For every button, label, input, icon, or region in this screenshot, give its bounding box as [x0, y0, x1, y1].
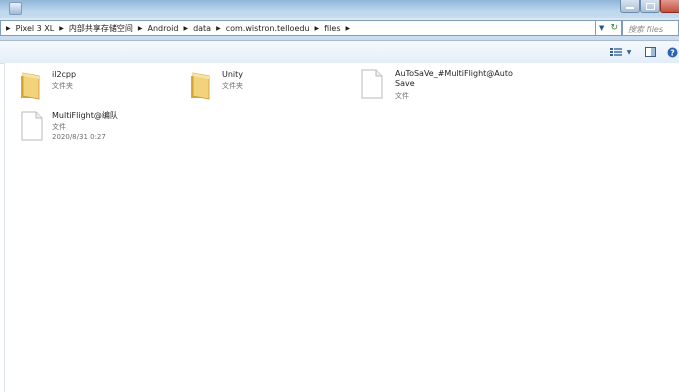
address-bar[interactable]: ▶ Pixel 3 XL ▶ 内部共享存储空间 ▶ Android ▶ data… [0, 20, 596, 36]
search-input[interactable]: 搜索 files [622, 20, 679, 36]
file-list: il2cpp 文件夹 Unity 文件夹 AuToSaVe_#MultiFlig… [4, 63, 679, 392]
window-titlebar [0, 0, 679, 18]
breadcrumb-pixel[interactable]: Pixel 3 XL [13, 24, 58, 33]
list-item-unity[interactable]: Unity 文件夹 [189, 70, 339, 104]
breadcrumb-files[interactable]: files [321, 24, 343, 33]
help-icon[interactable]: ? [666, 45, 678, 59]
list-item-multiflight[interactable]: MultiFlight@编队 文件 2020/8/31 0:27 [21, 111, 181, 151]
item-name-line2: Save [395, 79, 415, 88]
item-name: Unity [222, 70, 244, 79]
maximize-button[interactable] [640, 0, 660, 13]
chevron-down-icon[interactable]: ▼ [625, 45, 633, 59]
file-icon [361, 69, 383, 99]
address-row: ▶ Pixel 3 XL ▶ 内部共享存储空间 ▶ Android ▶ data… [0, 18, 679, 41]
close-button[interactable] [660, 0, 679, 13]
breadcrumb-data[interactable]: data [190, 24, 214, 33]
minimize-button[interactable] [620, 0, 640, 13]
item-type: 文件 [52, 123, 66, 131]
view-options-icon[interactable] [610, 45, 622, 59]
preview-pane-icon[interactable] [644, 45, 656, 59]
breadcrumb-package[interactable]: com.wistron.telloedu [223, 24, 313, 33]
breadcrumb-android[interactable]: Android [145, 24, 182, 33]
chevron-right-icon[interactable]: ▶ [4, 25, 13, 32]
item-name: il2cpp [52, 70, 77, 79]
list-item-autosave[interactable]: AuToSaVe_#MultiFlight@Auto Save 文件 [361, 69, 541, 107]
item-type: 文件 [395, 92, 409, 100]
app-icon [9, 2, 22, 15]
item-name: MultiFlight@编队 [52, 111, 118, 120]
item-type: 文件夹 [52, 82, 73, 90]
item-date: 2020/8/31 0:27 [52, 133, 106, 141]
address-controls: ▼ ↻ [596, 20, 622, 36]
dropdown-arrow-icon[interactable]: ▼ [599, 24, 604, 32]
chevron-right-icon[interactable]: ▶ [136, 25, 145, 32]
svg-text:?: ? [670, 48, 675, 57]
breadcrumb-internal-storage[interactable]: 内部共享存储空间 [66, 23, 136, 34]
item-name-line1: AuToSaVe_#MultiFlight@Auto [395, 69, 513, 78]
command-toolbar: ▼ ? [0, 41, 679, 64]
file-icon [21, 111, 43, 141]
list-item-il2cpp[interactable]: il2cpp 文件夹 [19, 70, 169, 104]
folder-icon [21, 72, 40, 100]
chevron-right-icon[interactable]: ▶ [181, 25, 190, 32]
chevron-right-icon[interactable]: ▶ [57, 25, 66, 32]
chevron-right-icon[interactable]: ▶ [313, 25, 322, 32]
chevron-right-icon[interactable]: ▶ [214, 25, 223, 32]
chevron-right-icon[interactable]: ▶ [344, 25, 353, 32]
item-type: 文件夹 [222, 82, 243, 90]
refresh-icon[interactable]: ↻ [610, 23, 618, 33]
folder-icon [191, 72, 210, 100]
